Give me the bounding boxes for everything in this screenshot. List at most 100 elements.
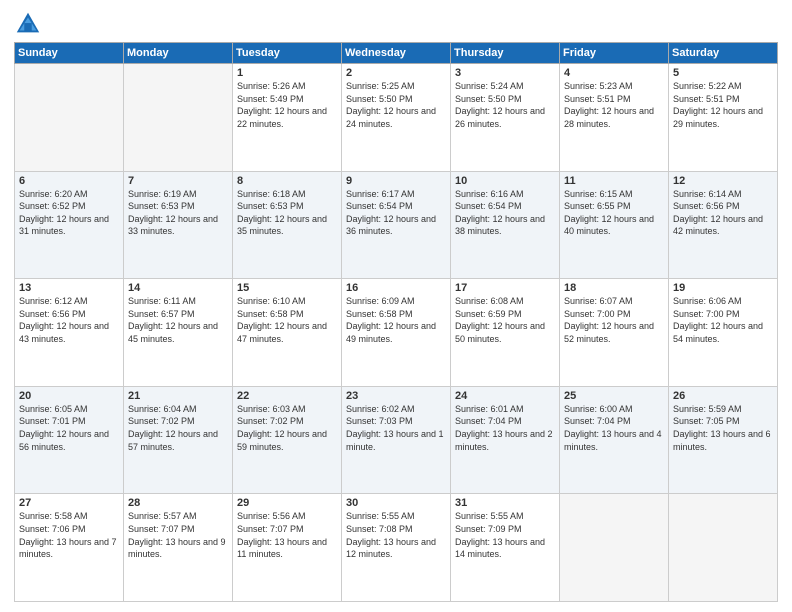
calendar-cell — [560, 494, 669, 602]
calendar-cell: 22Sunrise: 6:03 AM Sunset: 7:02 PM Dayli… — [233, 386, 342, 494]
day-number: 20 — [19, 390, 119, 402]
week-row-1: 6Sunrise: 6:20 AM Sunset: 6:52 PM Daylig… — [15, 171, 778, 279]
day-info: Sunrise: 6:01 AM Sunset: 7:04 PM Dayligh… — [455, 403, 555, 453]
day-info: Sunrise: 5:57 AM Sunset: 7:07 PM Dayligh… — [128, 510, 228, 560]
day-info: Sunrise: 6:09 AM Sunset: 6:58 PM Dayligh… — [346, 295, 446, 345]
day-info: Sunrise: 5:59 AM Sunset: 7:05 PM Dayligh… — [673, 403, 773, 453]
calendar-cell: 2Sunrise: 5:25 AM Sunset: 5:50 PM Daylig… — [342, 64, 451, 172]
day-number: 2 — [346, 67, 446, 79]
day-number: 29 — [237, 497, 337, 509]
header-monday: Monday — [124, 43, 233, 64]
calendar-cell: 8Sunrise: 6:18 AM Sunset: 6:53 PM Daylig… — [233, 171, 342, 279]
calendar-cell: 7Sunrise: 6:19 AM Sunset: 6:53 PM Daylig… — [124, 171, 233, 279]
day-info: Sunrise: 6:18 AM Sunset: 6:53 PM Dayligh… — [237, 188, 337, 238]
calendar-cell: 6Sunrise: 6:20 AM Sunset: 6:52 PM Daylig… — [15, 171, 124, 279]
day-info: Sunrise: 6:05 AM Sunset: 7:01 PM Dayligh… — [19, 403, 119, 453]
day-number: 31 — [455, 497, 555, 509]
calendar-cell: 20Sunrise: 6:05 AM Sunset: 7:01 PM Dayli… — [15, 386, 124, 494]
calendar-cell: 30Sunrise: 5:55 AM Sunset: 7:08 PM Dayli… — [342, 494, 451, 602]
header-friday: Friday — [560, 43, 669, 64]
calendar-cell: 11Sunrise: 6:15 AM Sunset: 6:55 PM Dayli… — [560, 171, 669, 279]
day-info: Sunrise: 6:12 AM Sunset: 6:56 PM Dayligh… — [19, 295, 119, 345]
day-number: 5 — [673, 67, 773, 79]
day-number: 25 — [564, 390, 664, 402]
day-number: 27 — [19, 497, 119, 509]
calendar-cell: 29Sunrise: 5:56 AM Sunset: 7:07 PM Dayli… — [233, 494, 342, 602]
calendar-cell: 21Sunrise: 6:04 AM Sunset: 7:02 PM Dayli… — [124, 386, 233, 494]
header-thursday: Thursday — [451, 43, 560, 64]
day-info: Sunrise: 6:17 AM Sunset: 6:54 PM Dayligh… — [346, 188, 446, 238]
header-saturday: Saturday — [669, 43, 778, 64]
header-wednesday: Wednesday — [342, 43, 451, 64]
day-info: Sunrise: 6:02 AM Sunset: 7:03 PM Dayligh… — [346, 403, 446, 453]
day-info: Sunrise: 5:25 AM Sunset: 5:50 PM Dayligh… — [346, 80, 446, 130]
calendar-cell: 9Sunrise: 6:17 AM Sunset: 6:54 PM Daylig… — [342, 171, 451, 279]
logo-icon — [14, 10, 42, 38]
day-info: Sunrise: 6:16 AM Sunset: 6:54 PM Dayligh… — [455, 188, 555, 238]
calendar-cell: 24Sunrise: 6:01 AM Sunset: 7:04 PM Dayli… — [451, 386, 560, 494]
day-number: 4 — [564, 67, 664, 79]
day-info: Sunrise: 6:06 AM Sunset: 7:00 PM Dayligh… — [673, 295, 773, 345]
calendar-cell: 5Sunrise: 5:22 AM Sunset: 5:51 PM Daylig… — [669, 64, 778, 172]
calendar-cell: 4Sunrise: 5:23 AM Sunset: 5:51 PM Daylig… — [560, 64, 669, 172]
day-info: Sunrise: 6:03 AM Sunset: 7:02 PM Dayligh… — [237, 403, 337, 453]
header-row: SundayMondayTuesdayWednesdayThursdayFrid… — [15, 43, 778, 64]
calendar-cell — [669, 494, 778, 602]
day-number: 13 — [19, 282, 119, 294]
calendar-cell — [124, 64, 233, 172]
day-number: 26 — [673, 390, 773, 402]
day-number: 10 — [455, 175, 555, 187]
day-number: 22 — [237, 390, 337, 402]
day-number: 23 — [346, 390, 446, 402]
day-info: Sunrise: 5:26 AM Sunset: 5:49 PM Dayligh… — [237, 80, 337, 130]
calendar-cell: 27Sunrise: 5:58 AM Sunset: 7:06 PM Dayli… — [15, 494, 124, 602]
header-tuesday: Tuesday — [233, 43, 342, 64]
calendar-cell: 12Sunrise: 6:14 AM Sunset: 6:56 PM Dayli… — [669, 171, 778, 279]
day-number: 6 — [19, 175, 119, 187]
day-info: Sunrise: 6:20 AM Sunset: 6:52 PM Dayligh… — [19, 188, 119, 238]
header — [14, 10, 778, 38]
calendar-cell: 31Sunrise: 5:55 AM Sunset: 7:09 PM Dayli… — [451, 494, 560, 602]
week-row-4: 27Sunrise: 5:58 AM Sunset: 7:06 PM Dayli… — [15, 494, 778, 602]
calendar-table: SundayMondayTuesdayWednesdayThursdayFrid… — [14, 42, 778, 602]
day-number: 16 — [346, 282, 446, 294]
calendar-cell: 13Sunrise: 6:12 AM Sunset: 6:56 PM Dayli… — [15, 279, 124, 387]
calendar-cell: 16Sunrise: 6:09 AM Sunset: 6:58 PM Dayli… — [342, 279, 451, 387]
calendar-cell: 25Sunrise: 6:00 AM Sunset: 7:04 PM Dayli… — [560, 386, 669, 494]
day-number: 3 — [455, 67, 555, 79]
day-info: Sunrise: 5:24 AM Sunset: 5:50 PM Dayligh… — [455, 80, 555, 130]
day-number: 24 — [455, 390, 555, 402]
day-info: Sunrise: 5:22 AM Sunset: 5:51 PM Dayligh… — [673, 80, 773, 130]
day-number: 15 — [237, 282, 337, 294]
logo — [14, 10, 46, 38]
week-row-3: 20Sunrise: 6:05 AM Sunset: 7:01 PM Dayli… — [15, 386, 778, 494]
day-info: Sunrise: 6:15 AM Sunset: 6:55 PM Dayligh… — [564, 188, 664, 238]
day-info: Sunrise: 6:10 AM Sunset: 6:58 PM Dayligh… — [237, 295, 337, 345]
day-info: Sunrise: 5:55 AM Sunset: 7:08 PM Dayligh… — [346, 510, 446, 560]
day-info: Sunrise: 6:08 AM Sunset: 6:59 PM Dayligh… — [455, 295, 555, 345]
header-sunday: Sunday — [15, 43, 124, 64]
day-number: 8 — [237, 175, 337, 187]
day-number: 12 — [673, 175, 773, 187]
day-info: Sunrise: 5:56 AM Sunset: 7:07 PM Dayligh… — [237, 510, 337, 560]
day-number: 18 — [564, 282, 664, 294]
page: SundayMondayTuesdayWednesdayThursdayFrid… — [0, 0, 792, 612]
calendar-cell: 15Sunrise: 6:10 AM Sunset: 6:58 PM Dayli… — [233, 279, 342, 387]
day-info: Sunrise: 6:00 AM Sunset: 7:04 PM Dayligh… — [564, 403, 664, 453]
calendar-cell — [15, 64, 124, 172]
day-number: 7 — [128, 175, 228, 187]
calendar-cell: 23Sunrise: 6:02 AM Sunset: 7:03 PM Dayli… — [342, 386, 451, 494]
day-info: Sunrise: 5:55 AM Sunset: 7:09 PM Dayligh… — [455, 510, 555, 560]
day-number: 17 — [455, 282, 555, 294]
week-row-0: 1Sunrise: 5:26 AM Sunset: 5:49 PM Daylig… — [15, 64, 778, 172]
day-info: Sunrise: 6:04 AM Sunset: 7:02 PM Dayligh… — [128, 403, 228, 453]
calendar-cell: 19Sunrise: 6:06 AM Sunset: 7:00 PM Dayli… — [669, 279, 778, 387]
calendar-cell: 28Sunrise: 5:57 AM Sunset: 7:07 PM Dayli… — [124, 494, 233, 602]
day-number: 19 — [673, 282, 773, 294]
calendar-cell: 3Sunrise: 5:24 AM Sunset: 5:50 PM Daylig… — [451, 64, 560, 172]
day-number: 28 — [128, 497, 228, 509]
day-info: Sunrise: 6:07 AM Sunset: 7:00 PM Dayligh… — [564, 295, 664, 345]
day-info: Sunrise: 5:58 AM Sunset: 7:06 PM Dayligh… — [19, 510, 119, 560]
calendar-cell: 14Sunrise: 6:11 AM Sunset: 6:57 PM Dayli… — [124, 279, 233, 387]
day-number: 30 — [346, 497, 446, 509]
